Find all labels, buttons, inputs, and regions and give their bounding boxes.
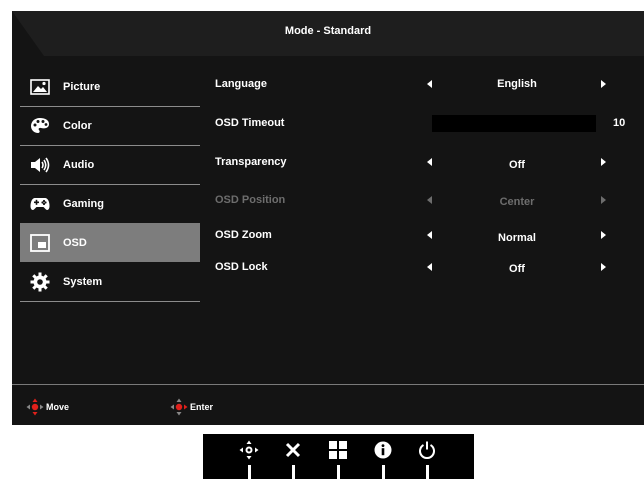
speaker-icon bbox=[30, 155, 50, 175]
sidebar-item-system[interactable]: System bbox=[20, 262, 200, 302]
enter-hint-label: Enter bbox=[190, 402, 214, 412]
osd-lock-label: OSD Lock bbox=[215, 261, 268, 273]
move-hint: Move bbox=[26, 398, 69, 416]
arrow-left-icon[interactable] bbox=[427, 158, 432, 166]
osd-timeout-setting[interactable]: OSD Timeout 10 bbox=[215, 114, 644, 134]
osd-position-setting: OSD Position Center bbox=[215, 191, 644, 211]
sidebar-item-color[interactable]: Color bbox=[20, 106, 200, 146]
sidebar-item-picture[interactable]: Picture bbox=[20, 67, 200, 107]
transparency-label: Transparency bbox=[215, 156, 287, 168]
sidebar-item-label: OSD bbox=[63, 236, 87, 249]
joystick-move-icon bbox=[26, 398, 44, 416]
grid-icon bbox=[328, 440, 348, 460]
joystick-enter-icon bbox=[170, 398, 188, 416]
sidebar-item-gaming[interactable]: Gaming bbox=[20, 184, 200, 224]
arrow-right-icon bbox=[601, 196, 606, 204]
button-marker bbox=[292, 465, 295, 479]
osd-window-icon bbox=[30, 233, 50, 253]
transparency-value: Off bbox=[509, 159, 525, 171]
arrow-left-icon[interactable] bbox=[427, 80, 432, 88]
gear-icon bbox=[30, 272, 50, 292]
sidebar-item-audio[interactable]: Audio bbox=[20, 145, 200, 185]
move-hint-label: Move bbox=[46, 402, 70, 412]
mode-title: Mode - Standard bbox=[284, 25, 372, 37]
sidebar-item-label: Color bbox=[63, 119, 92, 132]
language-setting[interactable]: Language English bbox=[215, 75, 644, 95]
osd-position-value: Center bbox=[499, 196, 535, 208]
sidebar-item-label: Gaming bbox=[63, 197, 104, 210]
osd-zoom-value: Normal bbox=[498, 232, 536, 244]
footer-hints: Move Enter bbox=[12, 385, 644, 425]
picture-icon bbox=[30, 77, 50, 97]
arrow-right-icon[interactable] bbox=[601, 263, 606, 271]
enter-hint: Enter bbox=[170, 398, 213, 416]
close-button[interactable] bbox=[278, 434, 308, 479]
power-icon bbox=[417, 440, 437, 460]
sidebar-menu: Picture Color Audio Gaming OSD System bbox=[20, 67, 200, 302]
info-icon bbox=[373, 440, 393, 460]
gamepad-icon bbox=[30, 194, 50, 214]
arrow-right-icon[interactable] bbox=[601, 231, 606, 239]
sidebar-item-label: Audio bbox=[63, 158, 95, 171]
button-marker bbox=[248, 465, 251, 479]
language-label: Language bbox=[215, 78, 267, 90]
button-marker bbox=[337, 465, 340, 479]
osd-timeout-label: OSD Timeout bbox=[215, 117, 285, 129]
arrow-left-icon[interactable] bbox=[427, 231, 432, 239]
osd-menu: Mode - Standard Picture Color Audio Gami… bbox=[12, 11, 644, 425]
osd-timeout-slider[interactable] bbox=[432, 115, 596, 132]
button-marker bbox=[426, 465, 429, 479]
transparency-setting[interactable]: Transparency Off bbox=[215, 153, 644, 173]
joystick-icon bbox=[239, 440, 259, 460]
osd-zoom-setting[interactable]: OSD Zoom Normal bbox=[215, 226, 644, 246]
arrow-right-icon[interactable] bbox=[601, 80, 606, 88]
arrow-left-icon bbox=[427, 196, 432, 204]
joystick-button[interactable] bbox=[234, 434, 264, 479]
menu-button[interactable] bbox=[323, 434, 353, 479]
arrow-left-icon[interactable] bbox=[427, 263, 432, 271]
osd-position-label: OSD Position bbox=[215, 194, 286, 206]
osd-lock-value: Off bbox=[509, 263, 525, 275]
power-button[interactable] bbox=[412, 434, 442, 479]
osd-zoom-label: OSD Zoom bbox=[215, 229, 272, 241]
sidebar-item-label: System bbox=[63, 275, 103, 288]
info-button[interactable] bbox=[368, 434, 398, 479]
osd-lock-setting[interactable]: OSD Lock Off bbox=[215, 258, 644, 278]
sidebar-item-label: Picture bbox=[63, 80, 101, 93]
osd-timeout-value: 10 bbox=[613, 117, 626, 129]
language-value: English bbox=[497, 78, 537, 90]
close-icon bbox=[283, 440, 303, 460]
sidebar-item-osd[interactable]: OSD bbox=[20, 223, 200, 262]
arrow-right-icon[interactable] bbox=[601, 158, 606, 166]
button-marker bbox=[382, 465, 385, 479]
monitor-buttons bbox=[203, 434, 474, 479]
palette-icon bbox=[30, 116, 50, 136]
